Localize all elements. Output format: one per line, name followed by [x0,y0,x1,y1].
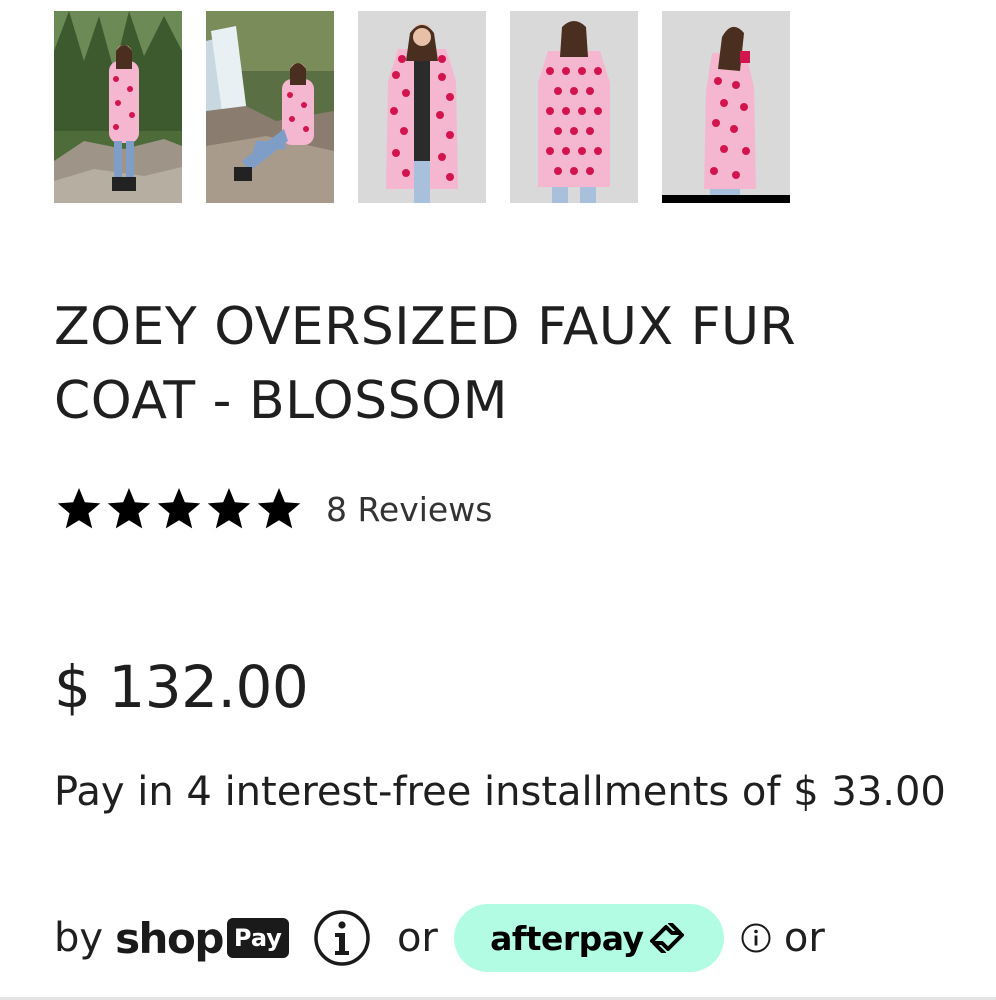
by-label: by [54,915,104,961]
reviews-link[interactable]: 8 Reviews [326,490,492,529]
thumbnail-model-front-studio[interactable] [358,11,486,203]
shop-pay-logo-shop: shop [115,913,224,963]
afterpay-logo-text: afterpay [490,918,644,958]
thumbnail-model-back-studio[interactable] [510,11,638,203]
afterpay-arrows-icon [649,923,684,953]
product-title: ZOEY OVERSIZED FAUX FUR COAT - BLOSSOM [54,297,797,431]
star-icon [257,488,301,529]
model-on-rocks-photo [54,11,182,203]
product-price: $ 132.00 [54,653,309,721]
installments-text: Pay in 4 interest-free installments of $… [54,769,946,815]
or-label: or [396,915,438,961]
model-by-waterfall-photo [206,11,334,203]
active-thumbnail-indicator [662,195,790,203]
product-thumbnail-gallery [54,11,794,206]
star-icon [57,488,101,529]
star-icon [207,488,251,529]
model-front-studio-photo [358,11,486,203]
shop-pay-logo-pay: Pay [226,918,289,958]
thumbnail-model-on-rocks[interactable] [54,11,182,203]
shop-pay-info-icon[interactable] [313,909,371,967]
shop-pay-logo: shop Pay [115,914,289,963]
afterpay-info-icon[interactable] [740,922,772,954]
star-icon [107,488,151,529]
thumbnail-model-by-waterfall[interactable] [206,11,334,203]
model-back-studio-photo [510,11,638,203]
star-icon [157,488,201,529]
afterpay-badge[interactable]: afterpay [453,904,724,972]
or-label: or [783,915,825,961]
thumbnail-model-side-studio[interactable] [662,11,790,203]
product-rating[interactable]: 8 Reviews [54,484,492,534]
rating-stars [54,485,304,533]
model-side-studio-photo [662,11,790,203]
payment-options: by shop Pay or afterpay or [54,903,825,973]
